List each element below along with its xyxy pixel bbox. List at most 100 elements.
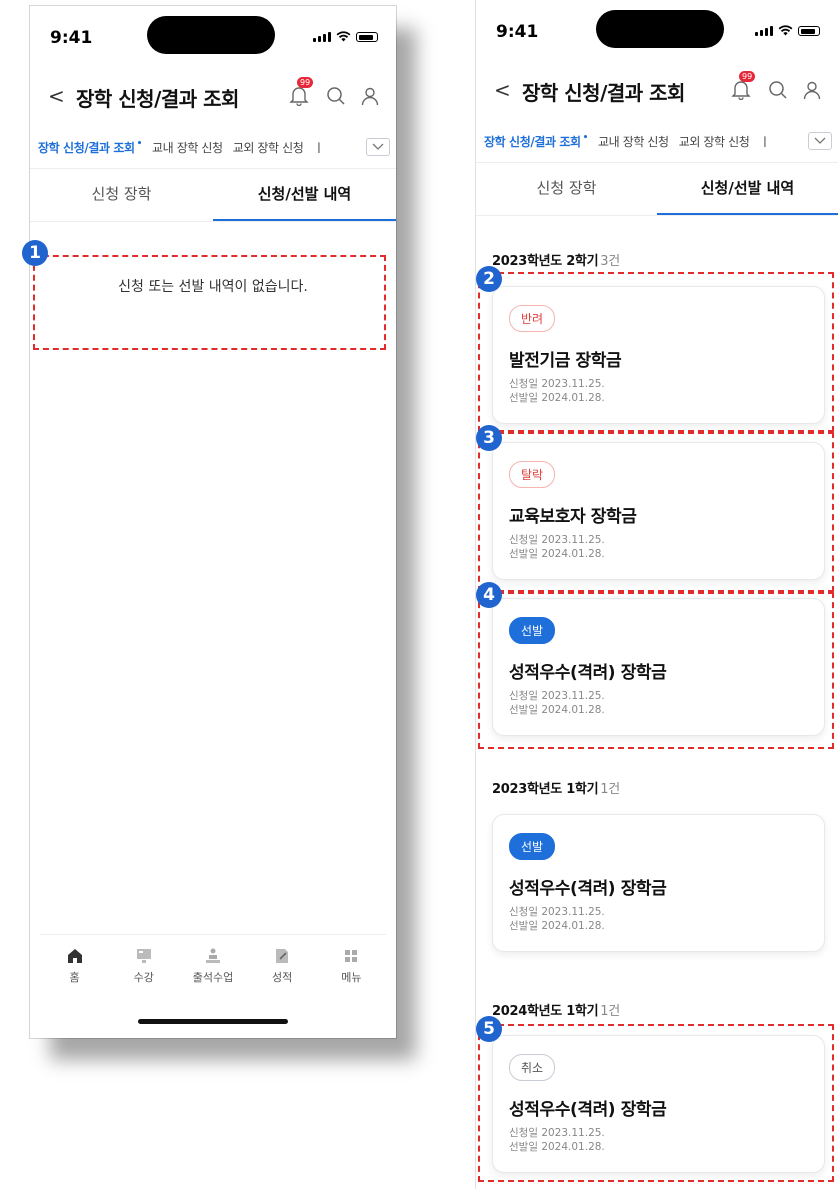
scholarship-name: 성적우수(격려) 장학금 <box>509 1100 667 1120</box>
application-date: 신청일 2023.11.25. <box>509 906 605 918</box>
selection-date: 선발일 2024.01.28. <box>509 548 605 561</box>
more-subtabs-button[interactable] <box>366 138 390 156</box>
nav-icons: 99 <box>730 71 822 102</box>
more-subtabs-button[interactable] <box>808 132 832 150</box>
notification-button[interactable]: 99 <box>730 71 756 102</box>
back-button[interactable]: < <box>48 84 65 108</box>
section-title: 2023학년도 2학기 3건 <box>492 250 620 269</box>
section-count: 1건 <box>600 782 620 797</box>
application-date: 신청일 2023.11.25. <box>509 1127 605 1139</box>
wifi-icon <box>336 31 351 42</box>
scholarship-card[interactable]: 선발 성적우수(격려) 장학금 신청일 2023.11.25. 선발일 2024… <box>492 814 825 953</box>
section-title-text: 2023학년도 2학기 <box>492 254 599 269</box>
bottom-nav-label: 메뉴 <box>341 971 362 984</box>
bottom-nav-menu[interactable]: 메뉴 <box>321 947 381 1008</box>
grades-icon <box>276 949 289 963</box>
section-count: 3건 <box>600 254 620 269</box>
grid-menu-icon <box>345 950 358 962</box>
status-badge: 선발 <box>509 833 556 860</box>
selection-date: 선발일 2024.01.28. <box>509 920 605 933</box>
selection-date: 선발일 2024.01.28. <box>509 392 605 405</box>
course-icon <box>136 949 151 963</box>
search-icon[interactable] <box>326 86 346 106</box>
wifi-icon <box>778 25 793 36</box>
bottom-nav-label: 출석수업 <box>192 971 234 984</box>
selection-date: 선발일 2024.01.28. <box>509 704 605 717</box>
bottom-nav-label: 성적 <box>272 971 293 984</box>
status-badge: 탈락 <box>509 461 556 488</box>
status-time: 9:41 <box>496 22 539 42</box>
application-date: 신청일 2023.11.25. <box>509 690 605 702</box>
status-badge: 선발 <box>509 617 556 644</box>
status-icons <box>313 31 378 42</box>
step-marker-2: 2 <box>476 266 502 292</box>
scholarship-name: 발전기금 장학금 <box>509 351 622 371</box>
sub-tabs: 장학 신청/결과 조회 교내 장학 신청 교외 장학 신청 ㅣ <box>476 124 838 158</box>
bottom-nav-grades[interactable]: 성적 <box>252 947 312 1008</box>
scholarship-card[interactable]: 선발 성적우수(격려) 장학금 신청일 2023.11.25. 선발일 2024… <box>492 598 825 737</box>
chevron-down-icon <box>814 137 826 144</box>
page-title: 장학 신청/결과 조회 <box>76 87 239 111</box>
scholarship-card[interactable]: 취소 성적우수(격려) 장학금 신청일 2023.11.25. 선발일 2024… <box>492 1035 825 1174</box>
status-badge: 반려 <box>509 305 556 332</box>
main-tabs: 신청 장학 신청/선발 내역 <box>476 162 838 216</box>
subtab-partial[interactable]: ㅣ <box>759 133 770 150</box>
scholarship-card[interactable]: 반려 발전기금 장학금 신청일 2023.11.25. 선발일 2024.01.… <box>492 286 825 425</box>
tab-history[interactable]: 신청/선발 내역 <box>213 169 396 221</box>
subtab-external[interactable]: 교외 장학 신청 <box>233 139 304 156</box>
application-date: 신청일 2023.11.25. <box>509 534 605 546</box>
section-count: 1건 <box>600 1004 620 1019</box>
signal-icon <box>755 26 773 36</box>
user-icon[interactable] <box>802 80 822 100</box>
nav-icons: 99 <box>288 77 380 108</box>
status-bar: 9:41 <box>30 6 396 66</box>
step-marker-4: 4 <box>476 582 502 608</box>
scholarship-name: 성적우수(격려) 장학금 <box>509 663 667 683</box>
attendance-icon <box>205 948 220 963</box>
empty-message: 신청 또는 선발 내역이 없습니다. <box>118 279 308 295</box>
subtab-internal[interactable]: 교내 장학 신청 <box>598 133 669 150</box>
scholarship-card[interactable]: 탈락 교육보호자 장학금 신청일 2023.11.25. 선발일 2024.01… <box>492 442 825 581</box>
tab-apply-scholarship[interactable]: 신청 장학 <box>476 163 657 215</box>
bottom-nav-label: 홈 <box>69 971 80 984</box>
main-tabs: 신청 장학 신청/선발 내역 <box>30 168 396 222</box>
subtab-external[interactable]: 교외 장학 신청 <box>679 133 750 150</box>
notification-badge: 99 <box>739 71 756 82</box>
user-icon[interactable] <box>360 86 380 106</box>
section-title: 2023학년도 1학기 1건 <box>492 778 620 797</box>
subtab-partial[interactable]: ㅣ <box>313 139 324 156</box>
search-icon[interactable] <box>768 80 788 100</box>
bottom-nav: 홈 수강 출석수업 성적 메뉴 <box>40 934 386 1008</box>
section-title-text: 2024학년도 1학기 <box>492 1004 599 1019</box>
step-marker-1: 1 <box>22 240 48 266</box>
home-indicator <box>138 1019 288 1024</box>
subtab-apply-result[interactable]: 장학 신청/결과 조회 <box>484 133 588 150</box>
section-title-text: 2023학년도 1학기 <box>492 782 599 797</box>
phone-screen-empty: 9:41 < 장학 신청/결과 조회 99 장학 신청/결과 조회 교내 장학 … <box>30 6 396 1038</box>
battery-icon <box>798 26 820 36</box>
status-bar: 9:41 <box>476 0 838 60</box>
application-date: 신청일 2023.11.25. <box>509 378 605 390</box>
status-time: 9:41 <box>50 28 93 48</box>
dynamic-island <box>147 16 275 54</box>
step-marker-3: 3 <box>476 425 502 451</box>
top-nav: < 장학 신청/결과 조회 99 <box>30 74 396 120</box>
notification-button[interactable]: 99 <box>288 77 314 108</box>
section-title: 2024학년도 1학기 1건 <box>492 1000 620 1019</box>
bottom-nav-course[interactable]: 수강 <box>114 947 174 1008</box>
tab-history[interactable]: 신청/선발 내역 <box>657 163 838 215</box>
subtab-apply-result[interactable]: 장학 신청/결과 조회 <box>38 139 142 156</box>
back-button[interactable]: < <box>494 78 511 102</box>
scholarship-name: 성적우수(격려) 장학금 <box>509 879 667 899</box>
signal-icon <box>313 32 331 42</box>
bottom-nav-attendance[interactable]: 출석수업 <box>183 947 243 1008</box>
dynamic-island <box>596 10 724 48</box>
bottom-nav-home[interactable]: 홈 <box>45 947 105 1008</box>
sub-tabs: 장학 신청/결과 조회 교내 장학 신청 교외 장학 신청 ㅣ <box>30 130 396 164</box>
phone-screen-list: 9:41 < 장학 신청/결과 조회 99 장학 신청/결과 조회 교내 장학 … <box>475 0 838 1189</box>
tab-apply-scholarship[interactable]: 신청 장학 <box>30 169 213 221</box>
page-title: 장학 신청/결과 조회 <box>522 81 685 105</box>
top-nav: < 장학 신청/결과 조회 99 <box>476 68 838 114</box>
subtab-internal[interactable]: 교내 장학 신청 <box>152 139 223 156</box>
selection-date: 선발일 2024.01.28. <box>509 1141 605 1154</box>
